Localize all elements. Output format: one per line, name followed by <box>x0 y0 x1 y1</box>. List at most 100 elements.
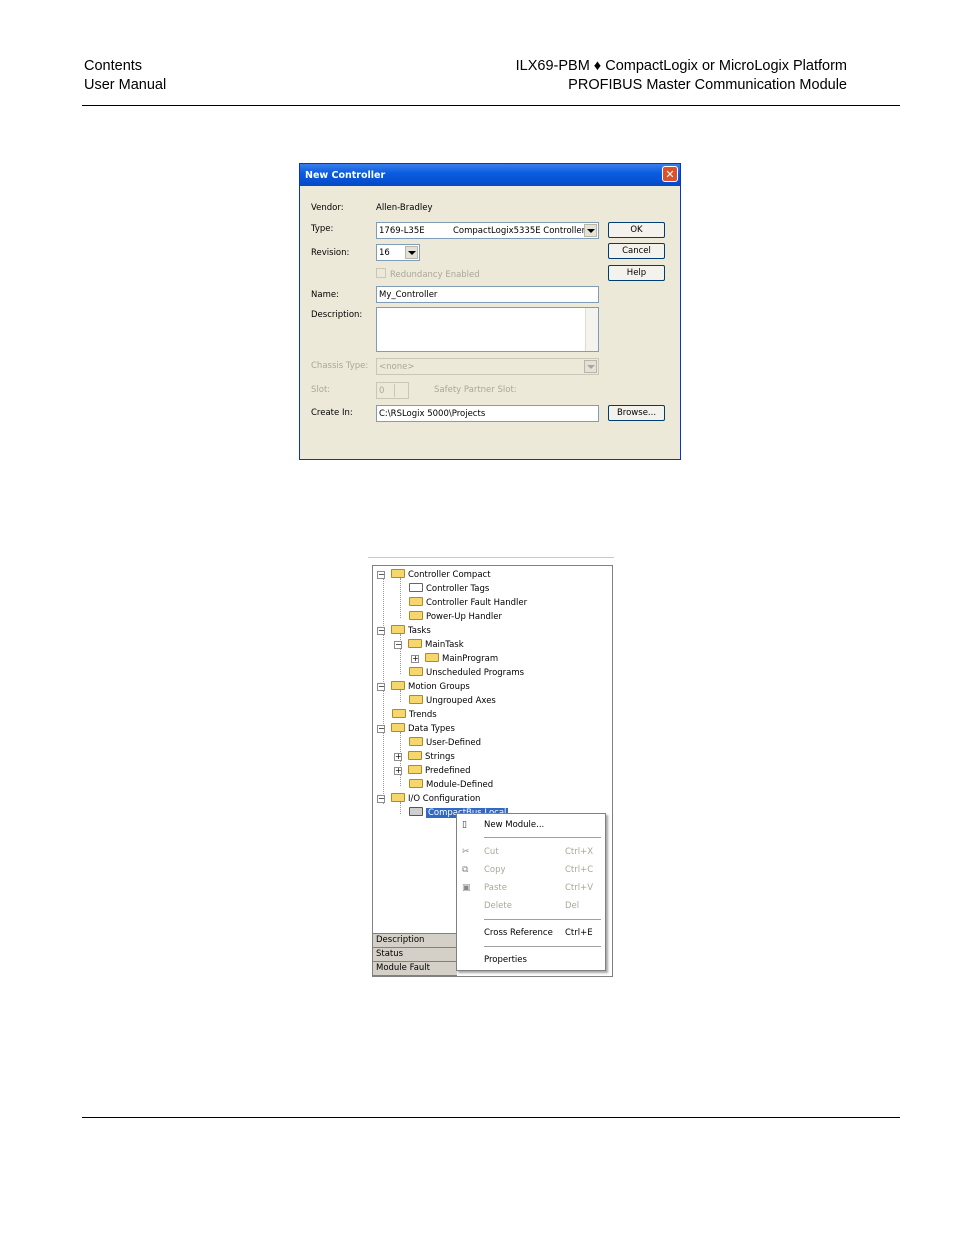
context-menu: ▯ New Module... ✂ Cut Ctrl+X ⧉ Copy Ctrl… <box>456 813 606 971</box>
tree-item-tasks[interactable]: − Tasks <box>377 625 431 637</box>
footer-rule <box>82 1117 900 1118</box>
menu-separator <box>484 837 601 838</box>
tree-item-label: Tasks <box>408 626 431 636</box>
help-button[interactable]: Help <box>608 265 665 281</box>
folder-icon <box>391 625 405 634</box>
tree-item-main-program[interactable]: + MainProgram <box>411 653 498 665</box>
header-section: Contents <box>84 58 143 74</box>
prop-status: Status <box>373 948 457 962</box>
dialog-title-bar[interactable]: New Controller ✕ <box>300 164 680 186</box>
tree-item-label: Unscheduled Programs <box>426 668 525 678</box>
slot-value: 0 <box>379 386 385 396</box>
tree-item-main-task[interactable]: − MainTask <box>394 639 464 651</box>
tree-item-motion-groups[interactable]: − Motion Groups <box>377 681 470 693</box>
new-module-icon: ▯ <box>462 820 467 830</box>
close-icon[interactable]: ✕ <box>662 166 678 182</box>
tree-item-label: Power-Up Handler <box>426 612 503 622</box>
revision-label: Revision: <box>311 248 350 258</box>
tree-item-module-defined[interactable]: Module-Defined <box>409 779 493 791</box>
name-value: My_Controller <box>379 290 438 300</box>
tree-item-label: Controller Fault Handler <box>426 598 528 608</box>
tree-item-unscheduled-programs[interactable]: Unscheduled Programs <box>409 667 524 679</box>
create-in-input[interactable]: C:\RSLogix 5000\Projects <box>376 405 599 422</box>
tree-item-predefined[interactable]: + Predefined <box>394 765 471 777</box>
menu-item-cut[interactable]: Cut <box>484 847 499 857</box>
chevron-down-icon[interactable] <box>584 360 597 373</box>
collapse-icon[interactable]: − <box>377 795 385 803</box>
folder-icon <box>391 723 405 732</box>
folder-icon <box>408 765 422 774</box>
header-module: PROFIBUS Master Communication Module <box>568 77 847 93</box>
expand-icon[interactable]: + <box>411 655 419 663</box>
type-description: CompactLogix5335E Controller <box>453 226 586 236</box>
tree-item-controller[interactable]: − Controller Compact <box>377 569 491 581</box>
menu-item-new-module[interactable]: New Module... <box>484 820 544 830</box>
menu-item-paste[interactable]: Paste <box>484 883 507 893</box>
copy-shortcut: Ctrl+C <box>565 865 594 875</box>
tags-icon <box>409 583 423 592</box>
chassis-type-select[interactable]: <none> <box>376 358 599 375</box>
create-in-label: Create In: <box>311 408 353 418</box>
tree-item-label: Trends <box>409 710 437 720</box>
chassis-type-value: <none> <box>379 362 415 372</box>
paste-icon: ▣ <box>462 883 471 893</box>
vendor-value: Allen-Bradley <box>376 203 433 213</box>
tree-item-user-defined[interactable]: User-Defined <box>409 737 481 749</box>
tree-item-label: MainTask <box>425 640 464 650</box>
name-input[interactable]: My_Controller <box>376 286 599 303</box>
collapse-icon[interactable]: − <box>377 683 385 691</box>
collapse-icon[interactable]: − <box>394 641 402 649</box>
organizer-top-border <box>368 557 614 558</box>
program-icon <box>425 653 439 662</box>
tree-item-data-types[interactable]: − Data Types <box>377 723 455 735</box>
dialog-title: New Controller <box>305 170 386 181</box>
tree-item-label: Module-Defined <box>426 780 494 790</box>
folder-icon <box>391 681 405 690</box>
safety-partner-slot-label: Safety Partner Slot: <box>434 385 517 395</box>
collapse-icon[interactable]: − <box>377 571 385 579</box>
header-rule <box>82 105 900 106</box>
menu-item-properties[interactable]: Properties <box>484 955 527 965</box>
folder-icon <box>409 737 423 746</box>
menu-item-copy[interactable]: Copy <box>484 865 506 875</box>
collapse-icon[interactable]: − <box>377 725 385 733</box>
chevron-down-icon[interactable] <box>584 224 597 237</box>
folder-icon <box>409 695 423 704</box>
backplane-icon <box>409 807 423 816</box>
revision-select[interactable]: 16 <box>376 244 420 261</box>
cut-shortcut: Ctrl+X <box>565 847 594 857</box>
tree-item-label: Controller Compact <box>408 570 491 580</box>
description-scrollbar[interactable] <box>585 308 598 351</box>
spinner-arrows-icon[interactable] <box>394 384 407 397</box>
delete-shortcut: Del <box>565 901 580 911</box>
chevron-down-icon[interactable] <box>405 246 418 259</box>
tree-item-controller-tags[interactable]: Controller Tags <box>409 583 489 595</box>
tree-item-fault-handler[interactable]: Controller Fault Handler <box>409 597 527 609</box>
cross-reference-shortcut: Ctrl+E <box>565 928 593 938</box>
ok-button[interactable]: OK <box>608 222 665 238</box>
menu-separator <box>484 946 601 947</box>
folder-icon <box>409 597 423 606</box>
tree-item-power-up-handler[interactable]: Power-Up Handler <box>409 611 502 623</box>
expand-icon[interactable]: + <box>394 767 402 775</box>
collapse-icon[interactable]: − <box>377 627 385 635</box>
cancel-button[interactable]: Cancel <box>608 243 665 259</box>
menu-separator <box>484 919 601 920</box>
tree-item-trends[interactable]: Trends <box>392 709 437 721</box>
slot-spinner[interactable]: 0 <box>376 382 409 399</box>
properties-pane: Description Status Module Fault <box>373 933 457 976</box>
header-left: Contents User Manual <box>84 57 166 95</box>
description-textarea[interactable] <box>376 307 599 352</box>
menu-item-cross-reference[interactable]: Cross Reference <box>484 928 553 938</box>
tree-item-ungrouped-axes[interactable]: Ungrouped Axes <box>409 695 496 707</box>
expand-icon[interactable]: + <box>394 753 402 761</box>
header-right: ILX69-PBM ♦ CompactLogix or MicroLogix P… <box>516 57 847 95</box>
menu-item-delete[interactable]: Delete <box>484 901 512 911</box>
type-select[interactable]: 1769-L35E CompactLogix5335E Controller <box>376 222 599 239</box>
create-in-value: C:\RSLogix 5000\Projects <box>379 409 486 419</box>
redundancy-checkbox[interactable]: Redundancy Enabled <box>376 268 480 280</box>
vendor-label: Vendor: <box>311 203 344 213</box>
tree-item-strings[interactable]: + Strings <box>394 751 455 763</box>
tree-item-io-configuration[interactable]: − I/O Configuration <box>377 793 480 805</box>
browse-button[interactable]: Browse... <box>608 405 665 421</box>
